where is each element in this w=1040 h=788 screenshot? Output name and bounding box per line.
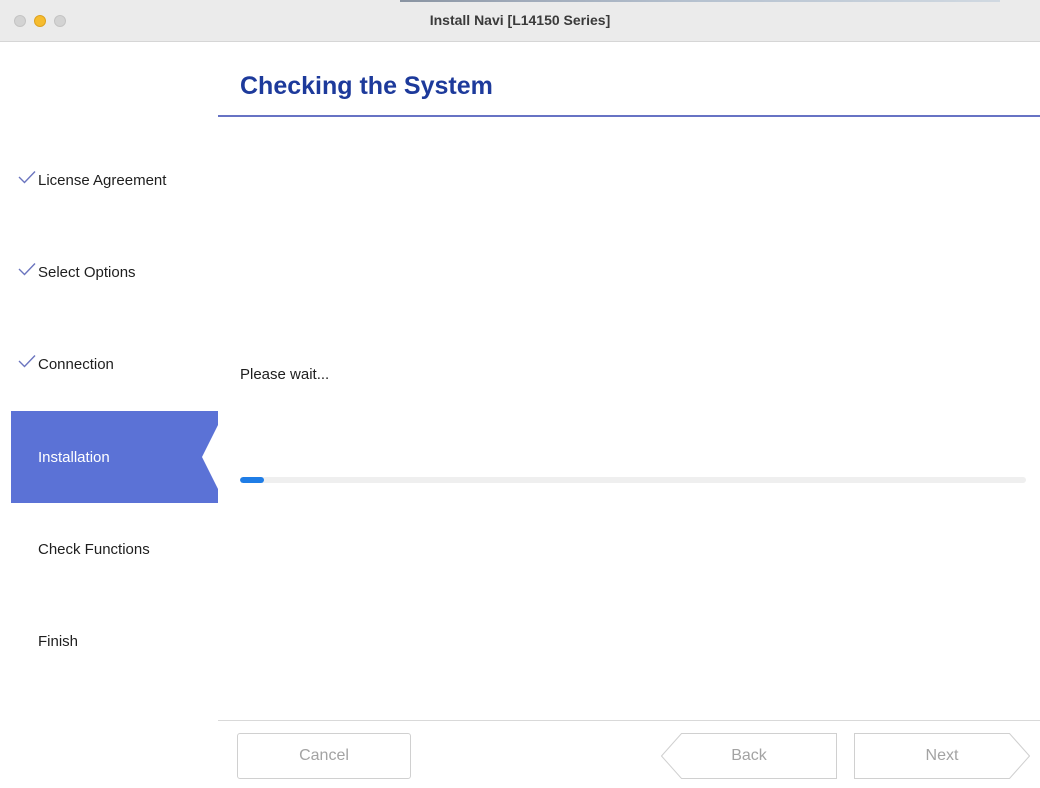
step-label: Installation [38,449,110,466]
step-select-options: Select Options [0,226,218,318]
step-label: License Agreement [38,172,167,189]
step-finish: Finish [0,595,218,687]
step-label: Finish [38,633,79,650]
titlebar-accent [400,0,1000,2]
back-button[interactable]: Back [661,733,837,779]
header-divider [218,115,1040,117]
step-connection: Connection [0,318,218,410]
checkmark-icon [18,355,36,368]
step-check-functions: Check Functions [0,503,218,595]
checkmark-icon [18,171,36,184]
status-message: Please wait... [240,366,330,383]
window-title: Install Navi [L14150 Series] [429,12,611,28]
next-button-label: Next [925,747,959,764]
footer-divider [218,720,1040,721]
installer-window: Install Navi [L14150 Series] License Agr… [0,0,1040,788]
progress-bar [240,477,1026,483]
steps-sidebar: License Agreement Select Options Connect… [0,42,218,788]
cancel-button[interactable]: Cancel [237,733,411,779]
progress-fill [240,477,264,483]
next-button[interactable]: Next [854,733,1030,779]
step-installation: Installation [0,411,218,503]
step-label: Connection [38,356,114,373]
step-license-agreement: License Agreement [0,134,218,226]
step-label: Select Options [38,264,136,281]
back-button-label: Back [731,747,767,764]
cancel-button-label: Cancel [299,747,349,764]
step-label: Check Functions [38,541,150,558]
checkmark-icon [18,263,36,276]
title-bar[interactable]: Install Navi [L14150 Series] [0,0,1040,42]
page-title: Checking the System [240,72,493,100]
